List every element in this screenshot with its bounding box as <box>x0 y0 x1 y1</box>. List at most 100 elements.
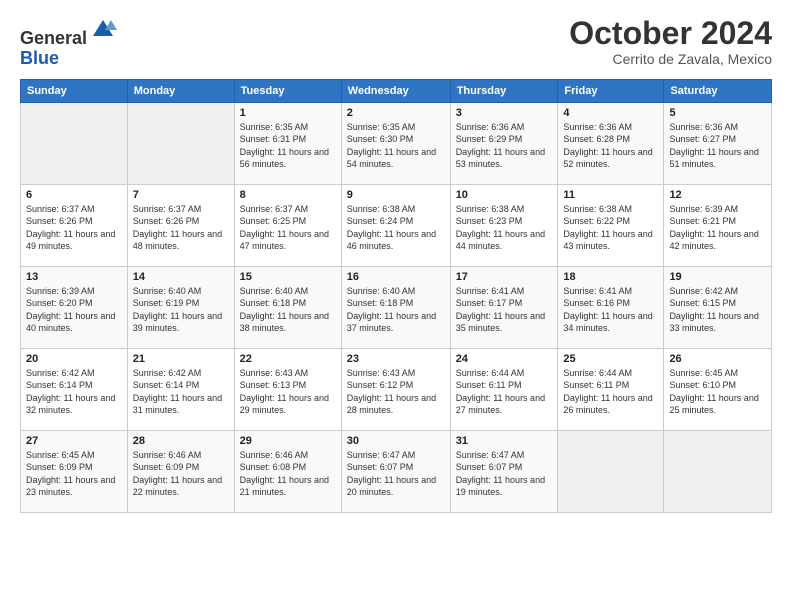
day-number: 19 <box>669 271 766 283</box>
day-info: Sunrise: 6:35 AM Sunset: 6:31 PM Dayligh… <box>240 121 336 171</box>
calendar-cell: 8 Sunrise: 6:37 AM Sunset: 6:25 PM Daylig… <box>234 184 341 266</box>
calendar-cell: 23 Sunrise: 6:43 AM Sunset: 6:12 PM Dayli… <box>341 348 450 430</box>
day-info: Sunrise: 6:42 AM Sunset: 6:15 PM Dayligh… <box>669 285 766 335</box>
calendar-week-row: 20 Sunrise: 6:42 AM Sunset: 6:14 PM Dayli… <box>21 348 772 430</box>
day-info: Sunrise: 6:46 AM Sunset: 6:09 PM Dayligh… <box>133 449 229 499</box>
day-number: 23 <box>347 353 445 365</box>
calendar-header-row: SundayMondayTuesdayWednesdayThursdayFrid… <box>21 79 772 102</box>
logo-general: General <box>20 28 87 48</box>
calendar-cell <box>664 430 772 512</box>
calendar-cell: 16Sunrise: 6:40 AM Sunset: 6:18 PM Dayli… <box>341 266 450 348</box>
day-number: 9 <box>347 189 445 201</box>
header: General Blue October 2024 Cerrito de Zav… <box>20 16 772 69</box>
calendar-cell: 24 Sunrise: 6:44 AM Sunset: 6:11 PM Dayli… <box>450 348 558 430</box>
calendar-cell: 13Sunrise: 6:39 AM Sunset: 6:20 PM Dayli… <box>21 266 128 348</box>
day-number: 30 <box>347 435 445 447</box>
calendar-cell: 29 Sunrise: 6:46 AM Sunset: 6:08 PM Dayli… <box>234 430 341 512</box>
calendar-cell: 17 Sunrise: 6:41 AM Sunset: 6:17 PM Dayli… <box>450 266 558 348</box>
calendar-cell: 31Sunrise: 6:47 AM Sunset: 6:07 PM Dayli… <box>450 430 558 512</box>
calendar-week-row: 27 Sunrise: 6:45 AM Sunset: 6:09 PM Dayli… <box>21 430 772 512</box>
weekday-header: Saturday <box>664 79 772 102</box>
day-number: 2 <box>347 107 445 119</box>
day-info: Sunrise: 6:37 AM Sunset: 6:26 PM Dayligh… <box>26 203 122 253</box>
logo: General Blue <box>20 16 117 69</box>
day-info: Sunrise: 6:46 AM Sunset: 6:08 PM Dayligh… <box>240 449 336 499</box>
location: Cerrito de Zavala, Mexico <box>569 51 772 67</box>
month-title: October 2024 <box>569 16 772 51</box>
weekday-header: Tuesday <box>234 79 341 102</box>
calendar-cell: 1 Sunrise: 6:35 AM Sunset: 6:31 PM Daylig… <box>234 102 341 184</box>
day-info: Sunrise: 6:37 AM Sunset: 6:25 PM Dayligh… <box>240 203 336 253</box>
calendar-week-row: 1 Sunrise: 6:35 AM Sunset: 6:31 PM Daylig… <box>21 102 772 184</box>
day-info: Sunrise: 6:42 AM Sunset: 6:14 PM Dayligh… <box>133 367 229 417</box>
calendar-cell: 20Sunrise: 6:42 AM Sunset: 6:14 PM Dayli… <box>21 348 128 430</box>
calendar-cell: 18Sunrise: 6:41 AM Sunset: 6:16 PM Dayli… <box>558 266 664 348</box>
day-number: 27 <box>26 435 122 447</box>
day-number: 1 <box>240 107 336 119</box>
calendar-cell: 7 Sunrise: 6:37 AM Sunset: 6:26 PM Daylig… <box>127 184 234 266</box>
day-info: Sunrise: 6:43 AM Sunset: 6:13 PM Dayligh… <box>240 367 336 417</box>
day-number: 21 <box>133 353 229 365</box>
day-number: 20 <box>26 353 122 365</box>
day-number: 28 <box>133 435 229 447</box>
day-info: Sunrise: 6:47 AM Sunset: 6:07 PM Dayligh… <box>456 449 553 499</box>
day-info: Sunrise: 6:36 AM Sunset: 6:29 PM Dayligh… <box>456 121 553 171</box>
weekday-header: Sunday <box>21 79 128 102</box>
day-info: Sunrise: 6:44 AM Sunset: 6:11 PM Dayligh… <box>563 367 658 417</box>
day-number: 6 <box>26 189 122 201</box>
day-info: Sunrise: 6:39 AM Sunset: 6:21 PM Dayligh… <box>669 203 766 253</box>
day-number: 15 <box>240 271 336 283</box>
logo-blue-word: Blue <box>20 48 59 68</box>
weekday-header: Friday <box>558 79 664 102</box>
calendar-cell: 10 Sunrise: 6:38 AM Sunset: 6:23 PM Dayli… <box>450 184 558 266</box>
logo-text: General <box>20 16 117 49</box>
day-number: 14 <box>133 271 229 283</box>
calendar-cell <box>558 430 664 512</box>
calendar-cell: 22 Sunrise: 6:43 AM Sunset: 6:13 PM Dayli… <box>234 348 341 430</box>
calendar-cell: 4Sunrise: 6:36 AM Sunset: 6:28 PM Daylig… <box>558 102 664 184</box>
weekday-header: Wednesday <box>341 79 450 102</box>
title-block: October 2024 Cerrito de Zavala, Mexico <box>569 16 772 67</box>
day-number: 24 <box>456 353 553 365</box>
day-number: 17 <box>456 271 553 283</box>
calendar-body: 1 Sunrise: 6:35 AM Sunset: 6:31 PM Daylig… <box>21 102 772 512</box>
day-info: Sunrise: 6:40 AM Sunset: 6:19 PM Dayligh… <box>133 285 229 335</box>
calendar-cell: 28 Sunrise: 6:46 AM Sunset: 6:09 PM Dayli… <box>127 430 234 512</box>
day-info: Sunrise: 6:41 AM Sunset: 6:16 PM Dayligh… <box>563 285 658 335</box>
calendar-cell: 14 Sunrise: 6:40 AM Sunset: 6:19 PM Dayli… <box>127 266 234 348</box>
day-info: Sunrise: 6:38 AM Sunset: 6:24 PM Dayligh… <box>347 203 445 253</box>
day-number: 10 <box>456 189 553 201</box>
day-number: 5 <box>669 107 766 119</box>
day-info: Sunrise: 6:36 AM Sunset: 6:27 PM Dayligh… <box>669 121 766 171</box>
logo-icon <box>89 16 117 44</box>
day-info: Sunrise: 6:45 AM Sunset: 6:09 PM Dayligh… <box>26 449 122 499</box>
calendar-cell: 9 Sunrise: 6:38 AM Sunset: 6:24 PM Daylig… <box>341 184 450 266</box>
calendar-cell <box>127 102 234 184</box>
day-info: Sunrise: 6:40 AM Sunset: 6:18 PM Dayligh… <box>240 285 336 335</box>
day-number: 7 <box>133 189 229 201</box>
day-number: 8 <box>240 189 336 201</box>
weekday-header: Monday <box>127 79 234 102</box>
calendar-cell: 30Sunrise: 6:47 AM Sunset: 6:07 PM Dayli… <box>341 430 450 512</box>
day-info: Sunrise: 6:44 AM Sunset: 6:11 PM Dayligh… <box>456 367 553 417</box>
calendar-cell: 27 Sunrise: 6:45 AM Sunset: 6:09 PM Dayli… <box>21 430 128 512</box>
weekday-header: Thursday <box>450 79 558 102</box>
day-info: Sunrise: 6:41 AM Sunset: 6:17 PM Dayligh… <box>456 285 553 335</box>
calendar-cell: 19 Sunrise: 6:42 AM Sunset: 6:15 PM Dayli… <box>664 266 772 348</box>
calendar-cell: 12 Sunrise: 6:39 AM Sunset: 6:21 PM Dayli… <box>664 184 772 266</box>
day-number: 12 <box>669 189 766 201</box>
day-info: Sunrise: 6:38 AM Sunset: 6:22 PM Dayligh… <box>563 203 658 253</box>
day-info: Sunrise: 6:40 AM Sunset: 6:18 PM Dayligh… <box>347 285 445 335</box>
calendar-week-row: 6 Sunrise: 6:37 AM Sunset: 6:26 PM Daylig… <box>21 184 772 266</box>
day-info: Sunrise: 6:39 AM Sunset: 6:20 PM Dayligh… <box>26 285 122 335</box>
calendar: SundayMondayTuesdayWednesdayThursdayFrid… <box>20 79 772 513</box>
day-info: Sunrise: 6:35 AM Sunset: 6:30 PM Dayligh… <box>347 121 445 171</box>
day-number: 29 <box>240 435 336 447</box>
day-info: Sunrise: 6:45 AM Sunset: 6:10 PM Dayligh… <box>669 367 766 417</box>
logo-blue-text: Blue <box>20 49 117 69</box>
day-info: Sunrise: 6:43 AM Sunset: 6:12 PM Dayligh… <box>347 367 445 417</box>
page: General Blue October 2024 Cerrito de Zav… <box>0 0 792 612</box>
day-info: Sunrise: 6:37 AM Sunset: 6:26 PM Dayligh… <box>133 203 229 253</box>
day-info: Sunrise: 6:38 AM Sunset: 6:23 PM Dayligh… <box>456 203 553 253</box>
day-number: 22 <box>240 353 336 365</box>
